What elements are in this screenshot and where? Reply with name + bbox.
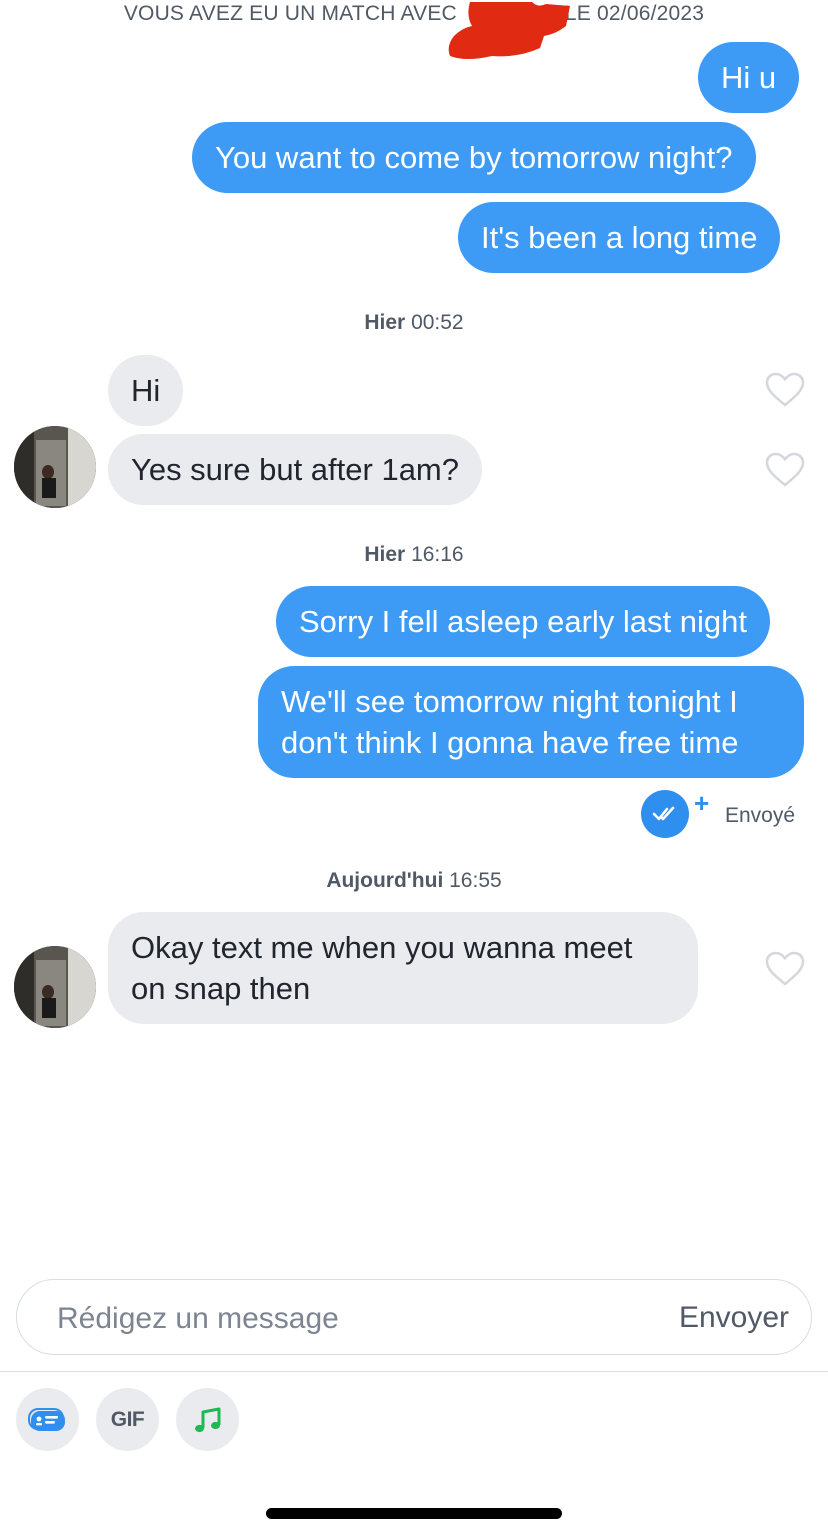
received-message-2[interactable]: Yes sure but after 1am?: [108, 434, 482, 505]
message-composer: Envoyer: [16, 1279, 812, 1355]
sent-message-3[interactable]: It's been a long time: [458, 202, 781, 273]
message-input[interactable]: [55, 1298, 619, 1340]
received-message-1[interactable]: Hi: [108, 355, 184, 426]
gif-button[interactable]: GIF: [96, 1388, 159, 1451]
redaction-scribble: [448, 2, 570, 59]
heart-icon[interactable]: [765, 452, 805, 488]
match-avatar[interactable]: [14, 426, 96, 508]
timestamp-1: Hier 00:52: [0, 311, 828, 335]
sent-status: Envoyé: [725, 804, 796, 827]
read-receipt-icon[interactable]: [641, 790, 689, 838]
timestamp-2: Hier 16:16: [0, 543, 828, 567]
timestamp-time: 16:16: [411, 543, 464, 566]
timestamp-day: Aujourd'hui: [326, 869, 444, 892]
match-avatar[interactable]: [14, 946, 96, 1028]
timestamp-time: 16:55: [449, 869, 502, 892]
timestamp-day: Hier: [364, 543, 406, 566]
timestamp-3: Aujourd'hui 16:55: [0, 869, 828, 893]
music-button[interactable]: [176, 1388, 239, 1451]
heart-icon[interactable]: [765, 951, 805, 987]
sticker-icon: [27, 1407, 65, 1431]
gif-icon: GIF: [110, 1407, 145, 1431]
match-header-prefix: VOUS AVEZ EU UN MATCH AVEC: [123, 2, 457, 25]
sent-message-4[interactable]: Sorry I fell asleep early last night: [276, 586, 770, 657]
received-message-3[interactable]: Okay text me when you wanna meet on snap…: [108, 912, 698, 1024]
match-header-date: LE 02/06/2023: [564, 2, 705, 25]
heart-icon[interactable]: [765, 372, 805, 408]
match-header: VOUS AVEZ EU UN MATCH AVEC LE 02/06/2023: [0, 2, 828, 26]
sent-message-5[interactable]: We'll see tomorrow night tonight I don't…: [258, 666, 804, 778]
plus-icon[interactable]: +: [694, 790, 709, 816]
sent-message-2[interactable]: You want to come by tomorrow night?: [192, 122, 756, 193]
music-icon: [194, 1407, 220, 1432]
timestamp-day: Hier: [364, 311, 406, 334]
sticker-button[interactable]: [16, 1388, 79, 1451]
divider: [0, 1371, 828, 1372]
home-indicator: [266, 1508, 562, 1519]
sent-message-1[interactable]: Hi u: [698, 42, 800, 113]
send-button[interactable]: Envoyer: [679, 1298, 789, 1338]
timestamp-time: 00:52: [411, 311, 464, 334]
